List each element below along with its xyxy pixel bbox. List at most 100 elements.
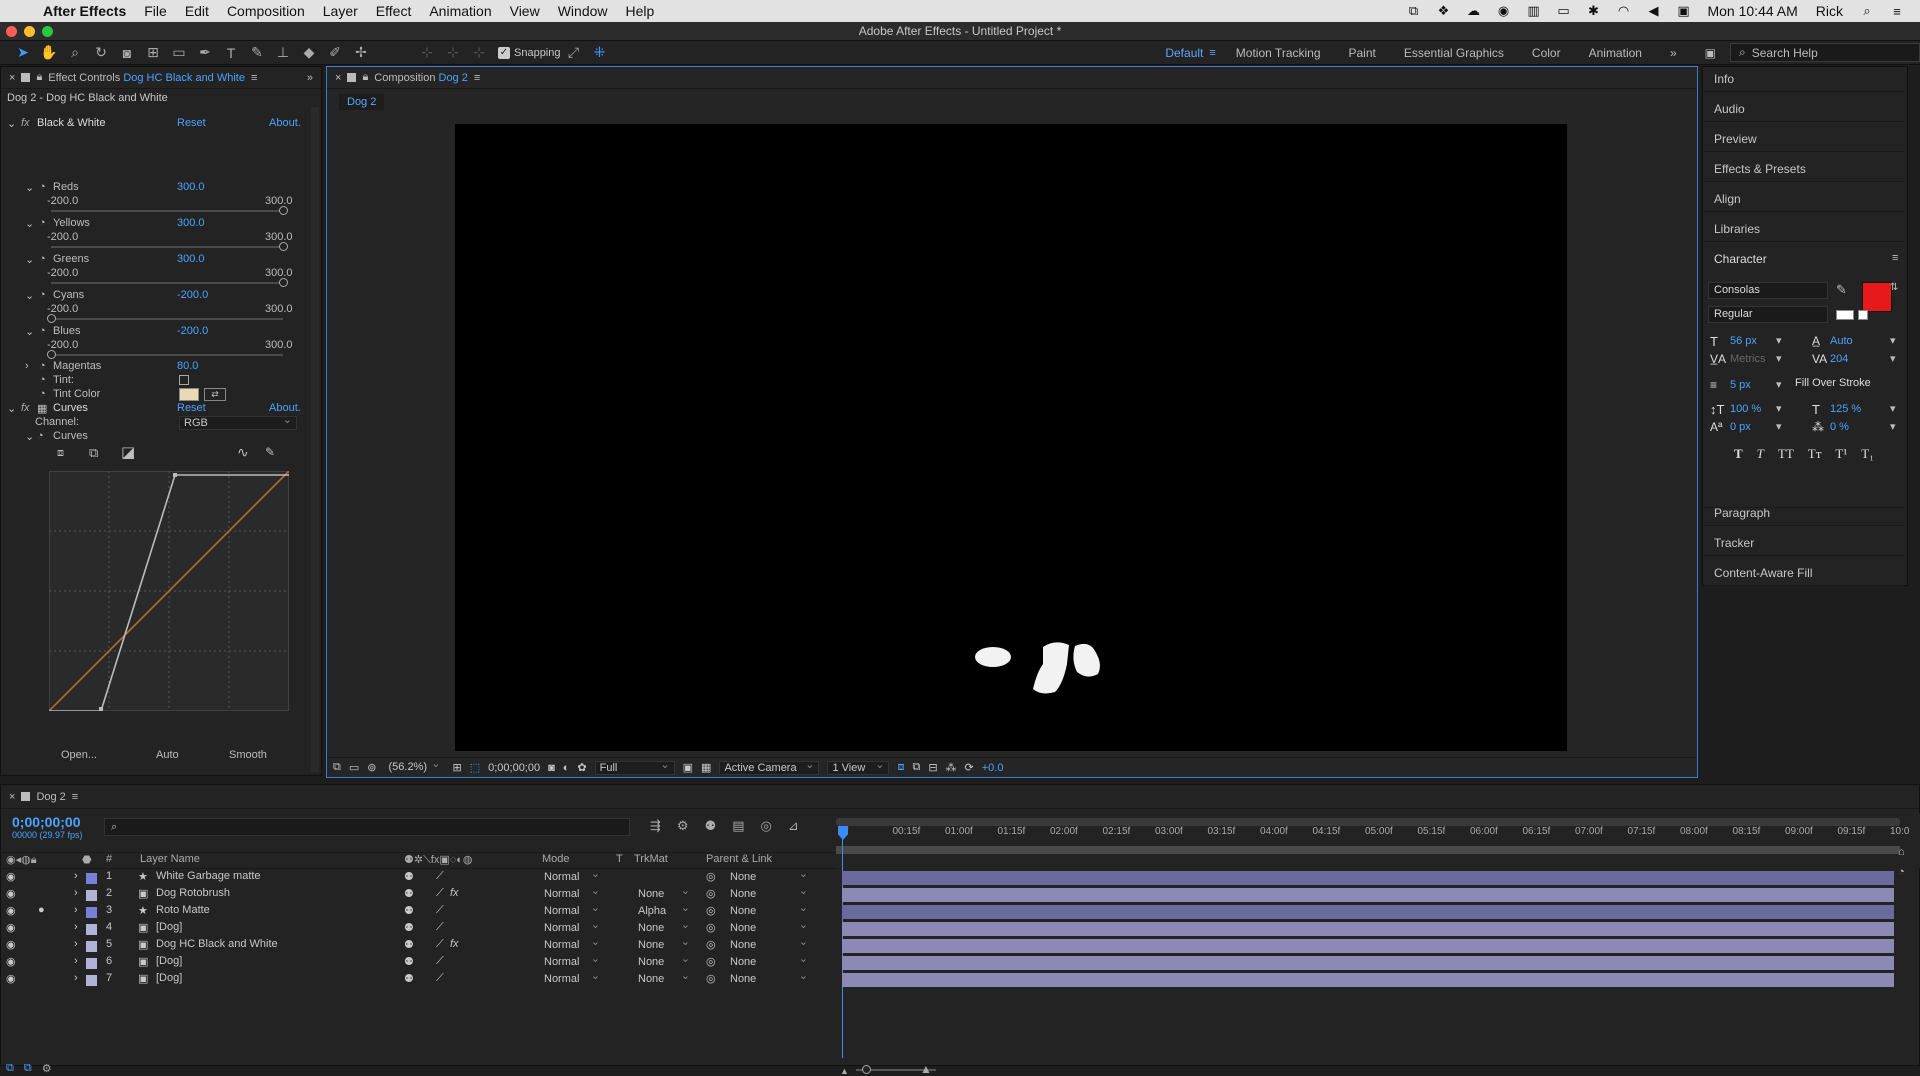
layer-row[interactable]: ◉ › 2 ▣ Dog Rotobrush ⚉ ⟋ fx Normal None ◎ None [0,885,838,904]
airplay-icon[interactable]: ▭ [1548,3,1578,19]
panel-menu-icon[interactable]: ≡ [474,72,480,84]
trkmat-dropdown[interactable]: None [634,919,694,936]
clone-stamp-tool-icon[interactable]: ⊥ [270,42,296,64]
layer-duration-bar[interactable] [842,939,1894,953]
layer-label-color[interactable] [86,924,97,935]
layer-expand-icon[interactable]: › [74,955,78,967]
tsume-dropdown-icon[interactable]: ▾ [1890,420,1896,433]
parent-dropdown[interactable]: None [726,919,812,936]
layer-row[interactable]: ◉ › 1 ★ White Garbage matte ⚉ ⟋ Normal ◎ None [0,868,838,887]
menu-window[interactable]: Window [549,3,617,19]
cast-icon[interactable]: ⧉ [1398,3,1428,19]
eye-icon[interactable]: ◉ [6,904,16,917]
mode-dropdown[interactable]: Normal [540,936,604,953]
eye-icon[interactable]: ◉ [6,938,16,951]
fit-icon[interactable]: ▭ [349,761,359,774]
param-slider-knob[interactable] [279,242,288,251]
paragraph-panel-tab[interactable]: Paragraph [1704,500,1904,526]
param-slider-knob[interactable] [47,350,56,359]
layer-name[interactable]: White Garbage matte [156,870,261,882]
mask-view-icon[interactable]: ⊚ [367,761,376,774]
curves-collapse-icon[interactable]: ⌄ [7,402,16,415]
faux-bold-button[interactable]: T [1734,446,1743,462]
battery-status-icon[interactable]: ▥ [1518,3,1548,19]
lock-icon[interactable]: 🔒︎ [36,71,42,84]
work-area-bar[interactable] [836,818,1900,826]
param-slider[interactable] [51,282,283,284]
pickwhip-icon[interactable]: ◎ [706,870,716,883]
volume-icon[interactable]: ◀ [1638,3,1668,19]
menu-view[interactable]: View [501,3,549,19]
frame-blending-icon[interactable]: ▤ [732,818,744,834]
parent-dropdown[interactable]: None [726,902,812,919]
baseline-dropdown-icon[interactable]: ▾ [1776,420,1782,433]
layer-name-column-header[interactable]: Layer Name [140,853,200,865]
pickwhip-icon[interactable]: ◎ [706,904,716,917]
parent-dropdown[interactable]: None [726,936,812,953]
layer-label-color[interactable] [86,873,97,884]
menu-layer[interactable]: Layer [314,3,367,19]
layer-expand-icon[interactable]: › [74,870,78,882]
zoom-slider-knob[interactable] [862,1065,871,1074]
stopwatch-icon[interactable]: ◔ [39,388,46,400]
zoom-out-icon[interactable]: ▲ [840,1066,849,1076]
close-window-icon[interactable] [6,26,17,37]
mode-dropdown[interactable]: Normal [540,919,604,936]
transfer-controls-icon[interactable]: ⧉ [24,1062,32,1075]
panel-menu-icon[interactable]: ≡ [251,72,257,84]
comp-button-icon[interactable]: ⌂ [1898,846,1912,860]
menu-composition[interactable]: Composition [218,3,314,19]
param-slider[interactable] [51,246,283,248]
leading-value[interactable]: Auto [1830,335,1853,347]
motion-blur-icon[interactable]: ◎ [761,818,772,834]
timeline-toggle-icon[interactable]: ⧉ [912,761,920,774]
curve-size-small-icon[interactable]: ⧈ [57,447,64,460]
curves-open-button[interactable]: Open... [61,749,97,761]
eye-icon[interactable]: ◉ [6,972,16,985]
spotlight-icon[interactable]: ⌕ [1852,3,1882,19]
trkmat-dropdown[interactable]: None [634,953,694,970]
always-preview-icon[interactable]: ⧉ [333,761,341,774]
layer-expand-icon[interactable]: › [74,887,78,899]
pickwhip-icon[interactable]: ◎ [706,955,716,968]
eraser-tool-icon[interactable]: ◆ [296,42,322,64]
time-ruler[interactable]: 0f00:15f01:00f01:15f02:00f02:15f03:00f03… [840,826,1909,844]
hand-tool-icon[interactable]: ✋ [36,42,62,64]
fx-switch-icon[interactable]: fx [450,938,459,950]
param-slider[interactable] [51,210,283,212]
bw-about-button[interactable]: About. [269,117,301,129]
horizontal-scale-value[interactable]: 125 % [1830,403,1861,415]
trkmat-dropdown[interactable]: None [634,970,694,987]
menubar-user[interactable]: Rick [1807,3,1852,19]
composition-viewer[interactable] [455,124,1567,751]
resolution-dropdown[interactable]: Full [594,759,675,775]
workspace-animation[interactable]: Animation [1575,46,1656,60]
param-value[interactable]: 300.0 [177,253,205,265]
minimize-window-icon[interactable] [24,26,35,37]
bw-collapse-icon[interactable]: ⌄ [7,117,16,130]
menu-animation[interactable]: Animation [420,3,500,19]
world-axis-icon[interactable]: ⊹ [440,42,466,64]
small-caps-button[interactable]: Tт [1808,446,1822,462]
grid-icon[interactable]: ⊞ [452,761,461,774]
leading-dropdown-icon[interactable]: ▾ [1890,334,1896,347]
workspace-default[interactable]: Default [1151,46,1217,60]
mode-column-header[interactable]: Mode [542,853,570,865]
cloud-icon[interactable]: ☁ [1458,3,1488,19]
layer-name[interactable]: Dog Rotobrush [156,887,230,899]
stopwatch-icon[interactable]: ◔ [39,360,46,372]
color-channels-icon[interactable]: ✿ [577,761,586,774]
draft-3d-icon[interactable]: ⚙ [677,818,689,834]
eye-icon[interactable]: ◉ [6,921,16,934]
layer-search-field[interactable]: ⌕ [104,818,630,836]
layer-row[interactable]: ◉ › 4 ▣ [Dog] ⚉ ⟋ Normal None ◎ None [0,919,838,938]
stroke-width-dropdown-icon[interactable]: ▾ [1776,378,1782,391]
mode-dropdown[interactable]: Normal [540,902,604,919]
font-style-dropdown[interactable]: Regular [1708,306,1828,323]
param-slider-knob[interactable] [279,278,288,287]
curve-size-large-icon[interactable]: ◪ [121,443,135,461]
local-axis-icon[interactable]: ⊹ [414,42,440,64]
tracking-dropdown-icon[interactable]: ▾ [1890,352,1896,365]
param-slider[interactable] [51,354,283,356]
graph-editor-icon[interactable]: ⊿ [788,818,799,834]
